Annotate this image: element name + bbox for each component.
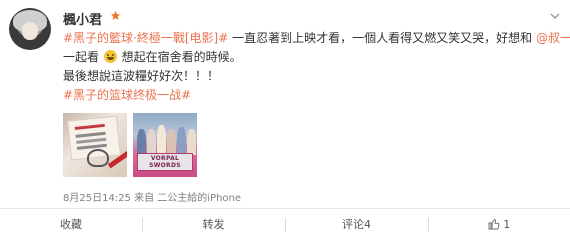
post-text: #黑子的籃球·終極一戰[电影]# 一直忍著到上映才看，一個人看得又燃又笑又哭，好…	[63, 29, 570, 105]
post-body-text: 一直忍著到上映才看，一個人看得又燃又笑又哭，好想和	[232, 31, 533, 45]
repost-button[interactable]: 转发	[142, 209, 285, 240]
like-count: 1	[503, 218, 511, 231]
like-button[interactable]: 1	[428, 209, 570, 240]
favorite-button[interactable]: 收藏	[0, 209, 142, 240]
photo-anime-team-banner[interactable]: VORPAL SWORDS	[133, 113, 197, 177]
banner-text-line-1: VORPAL	[150, 155, 180, 162]
action-bar: 收藏 转发 评论4 1	[0, 208, 570, 240]
banner-sign: VORPAL SWORDS	[137, 153, 193, 171]
mention-link[interactable]: @叔一筋	[536, 31, 570, 45]
post-body-text-2b: 想起在宿舍看的時候。	[121, 50, 242, 64]
post-line-1: #黑子的籃球·終極一戰[电影]# 一直忍著到上映才看，一個人看得又燃又笑又哭，好…	[63, 29, 570, 48]
comment-button[interactable]: 评论4	[285, 209, 428, 240]
weibo-post: 楓小君 #黑子的籃球·終極一戰[电影]# 一直忍著到上映才看，一個人看得又燃又笑…	[0, 0, 570, 240]
vip-star-icon	[110, 10, 121, 25]
topic-link-movie[interactable]: #黑子的籃球·終極一戰[电影]#	[63, 31, 228, 45]
post-line-3: 最後想說這波糧好好次！！！	[63, 69, 220, 83]
topic-link-film[interactable]: #黑子的篮球终极一战#	[63, 86, 558, 105]
photo-notebook-drawing[interactable]	[63, 113, 127, 177]
user-avatar[interactable]	[9, 8, 51, 50]
post-body-text-2a: 一起看	[63, 50, 100, 64]
username[interactable]: 楓小君	[63, 9, 102, 28]
post-meta[interactable]: 8月25日14:25 来自 二公主給的iPhone	[63, 189, 241, 204]
smiley-emoji-icon	[103, 50, 117, 63]
post-line-2: 一起看 想起在宿舍看的時候。	[63, 48, 558, 67]
banner-text-line-2: SWORDS	[149, 162, 181, 169]
chevron-down-icon[interactable]	[548, 8, 562, 22]
thumbs-up-icon	[488, 211, 500, 230]
